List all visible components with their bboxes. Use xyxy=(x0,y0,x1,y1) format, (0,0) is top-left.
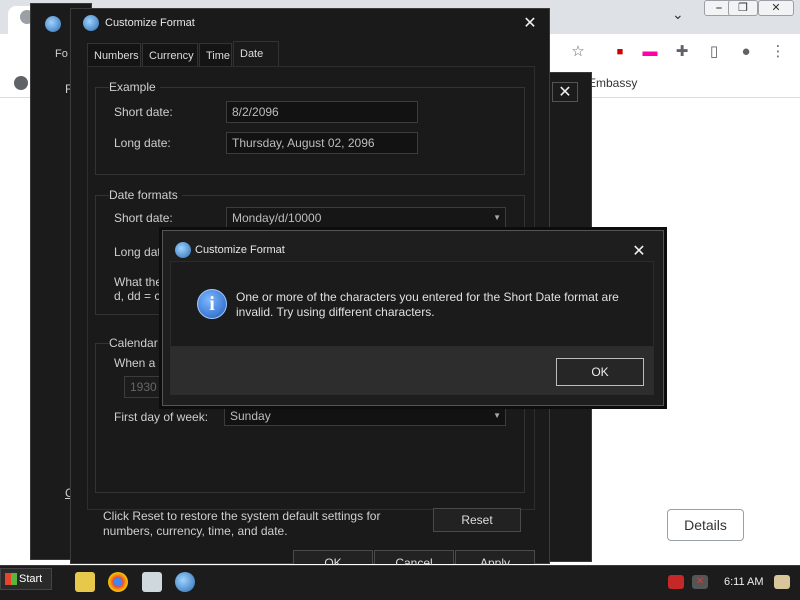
first-day-value: Sunday xyxy=(230,409,271,423)
first-day-combo[interactable]: Sunday ▼ xyxy=(224,406,506,426)
start-label: Start xyxy=(19,573,43,585)
globe-icon xyxy=(14,76,28,90)
background-tab-label[interactable]: Fo xyxy=(55,48,68,60)
app-icon xyxy=(175,242,191,258)
close-icon[interactable]: ✕ xyxy=(629,241,649,261)
tab-numbers[interactable]: Numbers xyxy=(87,43,141,67)
profile-avatar-icon[interactable]: ● xyxy=(734,40,758,64)
tab-time[interactable]: Time xyxy=(199,43,232,67)
example-short-value: 8/2/2096 xyxy=(226,101,418,123)
chevron-down-icon[interactable]: ⌄ xyxy=(672,6,684,23)
dialog-title: Customize Format xyxy=(105,17,195,29)
reset-help-line1: Click Reset to restore the system defaul… xyxy=(103,509,381,523)
error-dialog: Customize Format ✕ i One or more of the … xyxy=(162,230,664,406)
windows-flag-icon xyxy=(5,573,17,585)
tab-currency[interactable]: Currency xyxy=(142,43,198,67)
dialog-titlebar: Customize Format ✕ xyxy=(71,9,549,37)
volume-muted-icon[interactable]: ✕ xyxy=(692,575,708,589)
sidepanel-icon[interactable]: ▯ xyxy=(702,40,726,64)
customize-format-task-icon[interactable] xyxy=(175,572,195,592)
format-help-line1: What the xyxy=(114,275,163,289)
app-icon xyxy=(45,16,61,32)
short-date-label: Short date: xyxy=(114,211,173,225)
tab-date[interactable]: Date xyxy=(233,41,279,67)
two-digit-year-text: When a t xyxy=(114,356,163,370)
app-icon xyxy=(83,15,99,31)
apply-button[interactable]: Apply xyxy=(455,550,535,570)
folder-icon[interactable] xyxy=(75,572,95,592)
bookmark-embassy[interactable]: Embassy xyxy=(588,76,637,90)
long-date-label: Long dat xyxy=(114,245,161,259)
short-date-combo[interactable]: Monday/d/10000 ▼ xyxy=(226,207,506,229)
dropdown-arrow-icon[interactable]: ▼ xyxy=(493,208,501,228)
year-start-field: 1930 xyxy=(124,376,164,398)
chrome-icon[interactable] xyxy=(108,572,128,592)
cancel-button[interactable]: Cancel xyxy=(374,550,454,570)
error-ok-button[interactable]: OK xyxy=(556,358,644,386)
ok-button[interactable]: OK xyxy=(293,550,373,570)
restore-button[interactable]: ❐ xyxy=(728,0,758,16)
start-button[interactable]: Start xyxy=(0,568,52,590)
error-dialog-title: Customize Format xyxy=(195,244,285,256)
example-long-label: Long date: xyxy=(114,136,171,150)
star-icon[interactable]: ☆ xyxy=(566,40,590,64)
close-browser-button[interactable]: ✕ xyxy=(758,0,794,16)
details-button[interactable]: Details xyxy=(667,509,744,541)
short-date-value: Monday/d/10000 xyxy=(232,211,322,225)
monitor-alert-icon[interactable] xyxy=(668,575,684,589)
ublock-icon[interactable]: ■ xyxy=(608,40,632,64)
calendar-group-label: Calendar xyxy=(109,336,162,350)
example-short-label: Short date: xyxy=(114,105,173,119)
format-help-line2: d, dd = c xyxy=(114,289,161,303)
reset-help-line2: numbers, currency, time, and date. xyxy=(103,524,288,538)
control-panel-icon[interactable] xyxy=(142,572,162,592)
taskbar: Start ✕ 6:11 AM xyxy=(0,565,800,600)
puzzle-icon[interactable]: ✚ xyxy=(670,40,694,64)
clock-time[interactable]: 6:11 AM xyxy=(724,576,764,588)
example-group-label: Example xyxy=(109,80,160,94)
reset-button[interactable]: Reset xyxy=(433,508,521,532)
info-icon: i xyxy=(197,289,227,319)
menu-kebab-icon[interactable]: ⋮ xyxy=(766,40,790,64)
dropdown-arrow-icon[interactable]: ▼ xyxy=(493,407,501,425)
notification-icon[interactable] xyxy=(774,575,790,589)
close-icon[interactable]: ✕ xyxy=(519,13,541,33)
date-formats-group-label: Date formats xyxy=(109,188,182,202)
background-close-button[interactable]: ✕ xyxy=(552,82,578,102)
error-message: One or more of the characters you entere… xyxy=(236,290,619,319)
flag-extension-icon[interactable]: ▬ xyxy=(638,40,662,64)
example-long-value: Thursday, August 02, 2096 xyxy=(226,132,418,154)
first-day-label: First day of week: xyxy=(114,410,209,424)
